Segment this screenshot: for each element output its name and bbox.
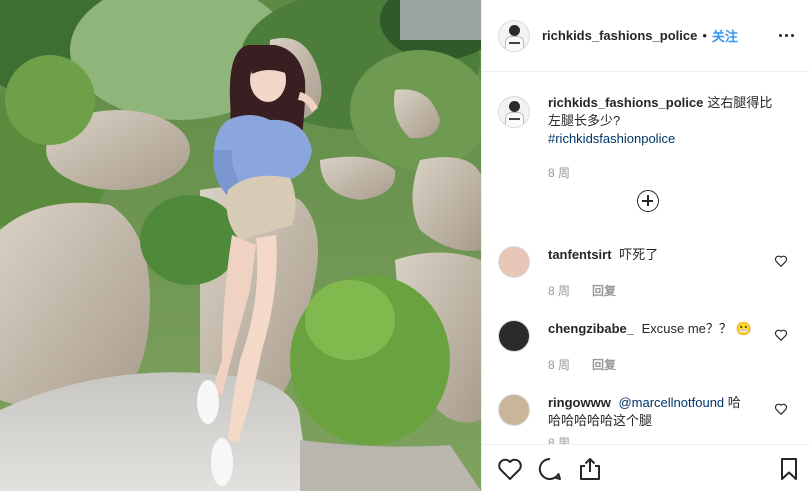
comment-emoji: 😬: [735, 321, 752, 336]
author-avatar[interactable]: [498, 19, 530, 52]
post-photo[interactable]: [0, 0, 481, 491]
post-side-panel: richkids_fashions_police • 关注 richkids_f…: [481, 0, 809, 491]
comment-meta: 8 周: [548, 434, 798, 444]
comment-username[interactable]: ringowww: [548, 395, 611, 410]
bookmark-icon[interactable]: [775, 455, 803, 483]
caption-avatar[interactable]: [498, 96, 530, 128]
caption-meta: 8 周: [548, 164, 798, 181]
comment-body-line2: 哈哈哈哈哈这个腿: [548, 413, 653, 428]
follow-button[interactable]: 关注: [712, 26, 738, 45]
comment-mention[interactable]: @marcellnotfound: [618, 395, 724, 410]
heart-icon[interactable]: [496, 455, 524, 483]
heart-icon[interactable]: [774, 402, 788, 416]
heart-icon[interactable]: [774, 328, 788, 342]
caption-line2: 左腿长多少?: [548, 113, 621, 128]
more-options-icon[interactable]: [778, 28, 794, 44]
comment-item: chengzibabe_ Excuse me？？ 😬 8 周 回复: [498, 318, 798, 373]
comment-text: tanfentsirt 吓死了: [548, 244, 788, 278]
comment-meta: 8 周 回复: [548, 356, 798, 373]
comment-body: 吓死了: [619, 247, 659, 262]
comment-time[interactable]: 8 周: [548, 434, 570, 444]
reply-button[interactable]: 回复: [592, 282, 616, 299]
comment-item: tanfentsirt 吓死了 8 周 回复: [498, 244, 798, 299]
caption-line1: 这右腿得比: [707, 95, 773, 110]
photo-illustration: [0, 0, 481, 491]
header-separator: •: [702, 28, 707, 43]
action-bar: [482, 444, 809, 491]
commenter-avatar[interactable]: [498, 394, 530, 426]
comment-bubble-icon[interactable]: [536, 455, 564, 483]
comment-username[interactable]: tanfentsirt: [548, 247, 612, 262]
author-username[interactable]: richkids_fashions_police: [542, 28, 697, 43]
caption: richkids_fashions_police 这右腿得比 左腿长多少? #ri…: [498, 94, 798, 181]
post-header: richkids_fashions_police • 关注: [482, 0, 809, 72]
comment-time[interactable]: 8 周: [548, 282, 570, 299]
comment-text: chengzibabe_ Excuse me？？ 😬: [548, 318, 788, 352]
commenter-avatar[interactable]: [498, 246, 530, 278]
comment-time[interactable]: 8 周: [548, 356, 570, 373]
commenter-avatar[interactable]: [498, 320, 530, 352]
comment-meta: 8 周 回复: [548, 282, 798, 299]
caption-text: richkids_fashions_police 这右腿得比 左腿长多少? #ri…: [548, 94, 788, 148]
caption-hashtag[interactable]: #richkidsfashionpolice: [548, 131, 675, 146]
comment-text: ringowww @marcellnotfound 哈 哈哈哈哈哈这个腿: [548, 392, 788, 430]
comment-body: 哈: [727, 395, 741, 410]
comment-item: ringowww @marcellnotfound 哈 哈哈哈哈哈这个腿 8 周: [498, 392, 798, 444]
caption-time[interactable]: 8 周: [548, 164, 570, 181]
instagram-post: richkids_fashions_police • 关注 richkids_f…: [0, 0, 809, 491]
comment-username[interactable]: chengzibabe_: [548, 321, 634, 336]
caption-username[interactable]: richkids_fashions_police: [548, 95, 703, 110]
comments-list: richkids_fashions_police 这右腿得比 左腿长多少? #ri…: [482, 72, 809, 444]
heart-icon[interactable]: [774, 254, 788, 268]
share-icon[interactable]: [576, 455, 604, 483]
load-more-comments-icon[interactable]: [637, 190, 659, 212]
comment-body: Excuse me？？: [641, 321, 732, 336]
reply-button[interactable]: 回复: [592, 356, 616, 373]
